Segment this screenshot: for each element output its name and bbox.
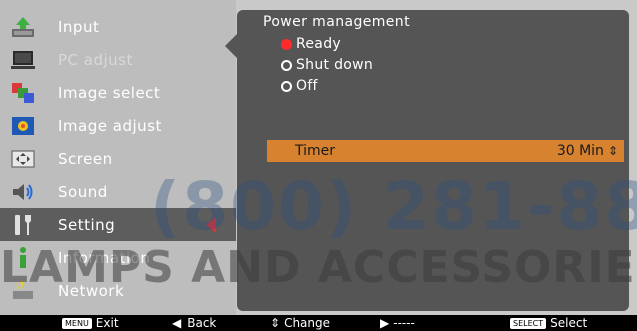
menu-item-network[interactable]: Network: [0, 274, 236, 307]
select-key-icon: SELECT: [510, 317, 547, 329]
pc-adjust-icon: [8, 47, 38, 73]
selection-arrow-icon: [206, 217, 216, 233]
setting-icon: [8, 212, 38, 238]
change-hint[interactable]: ⇕ Change: [270, 316, 330, 330]
change-label: Change: [284, 316, 331, 330]
menu-label-setting: Setting: [58, 215, 116, 234]
option-shut-down[interactable]: Shut down: [281, 55, 373, 75]
menu-item-image-adjust[interactable]: Image adjust: [0, 109, 236, 142]
menu-label-pc-adjust: PC adjust: [58, 50, 133, 69]
menu-label-input: Input: [58, 17, 100, 36]
menu-label-information: Information: [58, 248, 151, 267]
menu-item-image-select[interactable]: Image select: [0, 76, 236, 109]
up-down-icon: ⇕: [270, 316, 281, 330]
menu-item-setting[interactable]: Setting: [0, 208, 236, 241]
option-off[interactable]: Off: [281, 76, 318, 96]
radio-icon: [281, 80, 292, 92]
panel-pointer: [225, 34, 237, 58]
image-select-icon: [8, 80, 38, 106]
radio-selected-icon: [281, 38, 292, 50]
exit-hint[interactable]: MENU Exit: [62, 316, 119, 330]
information-icon: [8, 245, 38, 271]
left-arrow-icon: ◀: [172, 316, 182, 330]
radio-icon: [281, 59, 292, 71]
option-label-shut-down: Shut down: [296, 57, 374, 73]
timer-label: Timer: [295, 143, 336, 159]
menu-label-network: Network: [58, 281, 125, 300]
timer-row[interactable]: Timer 30 Min ⇕: [267, 140, 624, 162]
option-label-ready: Ready: [296, 36, 341, 52]
footer-hint-bar: MENU Exit ◀ Back ⇕ Change ▶ ----- SELECT…: [0, 315, 637, 331]
menu-item-input[interactable]: Input: [0, 10, 236, 43]
panel-title: Power management: [263, 14, 410, 30]
select-label: Select: [550, 316, 588, 330]
timer-value-group: 30 Min ⇕: [557, 143, 618, 159]
back-label: Back: [187, 316, 217, 330]
network-icon: [8, 278, 38, 304]
option-label-off: Off: [296, 78, 318, 94]
main-menu: Input PC adjust Image select Image adjus…: [0, 0, 236, 315]
menu-label-image-adjust: Image adjust: [58, 116, 162, 135]
option-ready[interactable]: Ready: [281, 34, 341, 54]
menu-item-screen[interactable]: Screen: [0, 142, 236, 175]
screen-icon: [8, 146, 38, 172]
select-hint[interactable]: SELECT Select: [510, 316, 587, 330]
exit-label: Exit: [95, 316, 119, 330]
menu-label-screen: Screen: [58, 149, 113, 168]
next-label: -----: [393, 316, 415, 330]
timer-value: 30 Min: [556, 143, 604, 159]
menu-item-sound[interactable]: Sound: [0, 175, 236, 208]
sound-icon: [8, 179, 38, 205]
menu-item-pc-adjust[interactable]: PC adjust: [0, 43, 236, 76]
menu-item-information[interactable]: Information: [0, 241, 236, 274]
right-arrow-icon: ▶: [380, 316, 390, 330]
menu-label-image-select: Image select: [58, 83, 161, 102]
back-hint[interactable]: ◀ Back: [172, 316, 216, 330]
menu-label-sound: Sound: [58, 182, 108, 201]
menu-key-icon: MENU: [62, 317, 92, 329]
next-hint: ▶ -----: [380, 316, 415, 330]
power-management-panel: Power management Ready Shut down Off Tim…: [225, 10, 629, 311]
up-down-arrows-icon[interactable]: ⇕: [608, 144, 618, 158]
input-icon: [8, 14, 38, 40]
image-adjust-icon: [8, 113, 38, 139]
